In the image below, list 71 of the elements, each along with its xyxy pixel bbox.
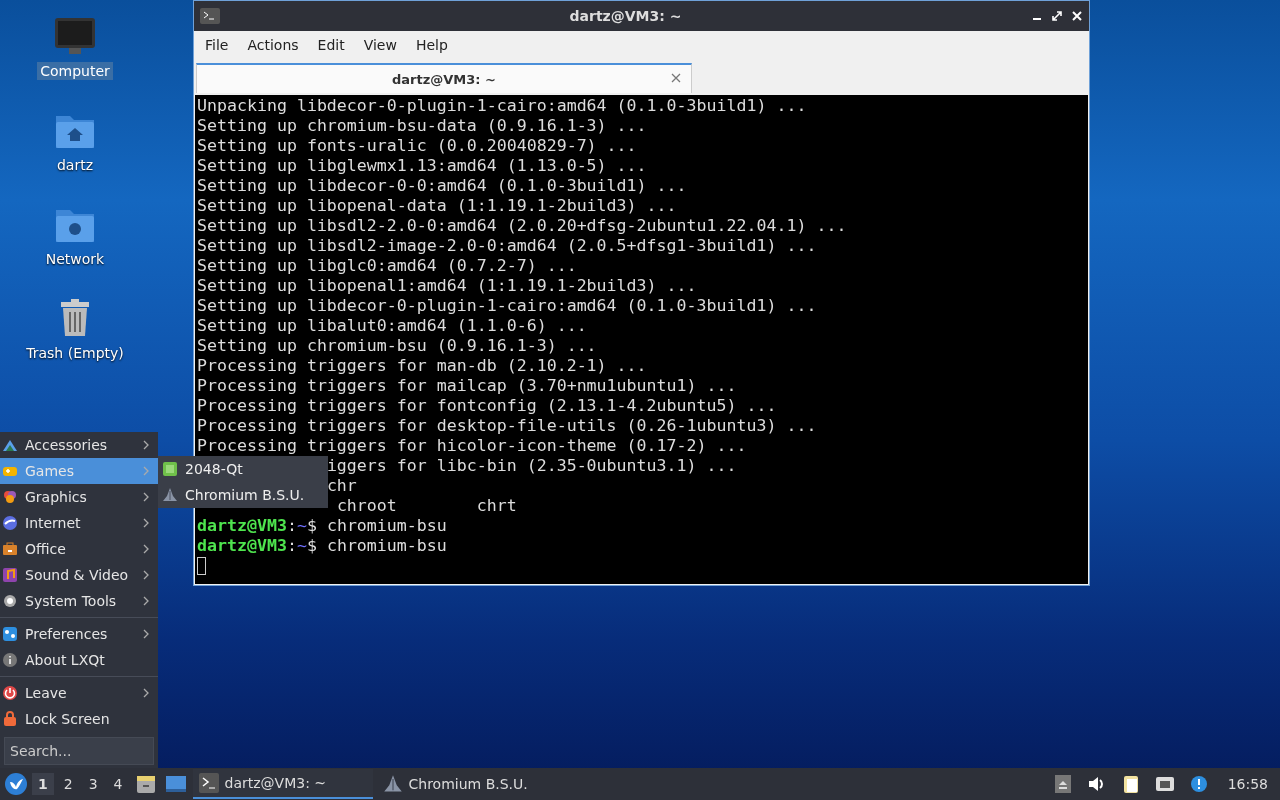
color-circles-icon — [2, 489, 18, 505]
terminal-icon — [198, 773, 219, 793]
desktop-switcher-button[interactable]: 3 — [82, 773, 104, 795]
terminal-line: Setting up libsdl2-image-2.0-0:amd64 (2.0.5+dfsg1-3build1) ... — [197, 236, 817, 255]
notification-icon[interactable] — [1188, 774, 1209, 794]
menu-item[interactable]: Office — [0, 536, 158, 562]
terminal-line: Setting up libdecor-0-0:amd64 (0.1.0-3build1) ... — [197, 176, 687, 195]
menu-item[interactable]: System Tools — [0, 588, 158, 614]
terminal-tab[interactable]: dartz@VM3: ~ — [196, 63, 692, 93]
terminal-line: Unpacking libdecor-0-plugin-1-cairo:amd64 (0.1.0-3build1) ... — [197, 96, 807, 115]
menu-item[interactable]: Graphics — [0, 484, 158, 510]
tile-icon — [162, 461, 178, 477]
terminal-line: Setting up libglc0:amd64 (0.7.2-7) ... — [197, 256, 577, 275]
file-cabinet-icon[interactable] — [134, 773, 157, 795]
power-icon — [2, 685, 18, 701]
window-title: dartz@VM3: ~ — [568, 8, 683, 24]
terminal-line: Processing triggers for hicolor-icon-theme (0.17-2) ... — [197, 436, 747, 455]
globe-icon — [2, 515, 18, 531]
search-field[interactable]: Search... — [4, 737, 154, 765]
show-desktop-icon[interactable] — [164, 773, 187, 795]
menu-item[interactable]: 2048-Qt — [158, 456, 328, 482]
terminal-line: Setting up fonts-uralic (0.0.20040829-7) ... — [197, 136, 637, 155]
desktop-icon-label[interactable]: Computer — [37, 62, 113, 80]
desktop-icon-label[interactable]: Network — [42, 250, 108, 268]
menu-item[interactable]: File — [198, 37, 241, 53]
menu-item[interactable]: Chromium B.S.U. — [158, 482, 328, 508]
terminal-line: chroot chrt — [336, 496, 517, 515]
briefcase-icon — [2, 541, 18, 557]
terminal-line: Setting up libsdl2-2.0-0:amd64 (2.0.20+dfsg-2ubuntu1.22.04.1) ... — [197, 216, 847, 235]
menu-item[interactable]: Sound & Video — [0, 562, 158, 588]
menu-item[interactable]: Edit — [310, 37, 357, 53]
terminal-line: Processing triggers for desktop-file-utils (0.26-1ubuntu3) ... — [197, 416, 817, 435]
terminal-line: Setting up libopenal-data (1:1.19.1-2build3) ... — [197, 196, 677, 215]
desktop-icon-label[interactable]: Trash (Empty) — [23, 344, 127, 362]
lock-icon — [2, 711, 18, 727]
terminal-line: Setting up libdecor-0-plugin-1-cairo:amd64 (0.1.0-3build1) ... — [197, 296, 817, 315]
terminal-line: Setting up libalut0:amd64 (1.1.0-6) ... — [197, 316, 587, 335]
desktop-switcher-button[interactable]: 1 — [32, 773, 54, 795]
music-note-icon — [2, 567, 18, 583]
menu-item[interactable]: Accessories — [0, 432, 158, 458]
info-icon — [2, 652, 18, 668]
menu-item[interactable]: Help — [408, 37, 460, 53]
terminal-line: iggers for libc-bin (2.35-0ubuntu3.1) ... — [326, 456, 737, 475]
terminal-line: Processing triggers for man-db (2.10.2-1) ... — [197, 356, 647, 375]
prompt-line: dartz@VM3:~$ chromium-bsu — [197, 516, 448, 536]
terminal-line: Setting up chromium-bsu-data (0.9.16.1-3) ... — [197, 116, 647, 135]
menu-item[interactable]: Leave — [0, 680, 158, 706]
desktop-switcher-button[interactable]: 4 — [107, 773, 129, 795]
terminal-line: Setting up libopenal1:amd64 (1:1.19.1-2build3) ... — [197, 276, 697, 295]
menu-item[interactable]: Internet — [0, 510, 158, 536]
terminal-icon — [200, 8, 220, 24]
maximize-icon[interactable] — [1051, 10, 1063, 22]
menu-item[interactable]: Preferences — [0, 621, 158, 647]
text-cursor — [197, 557, 206, 575]
terminal-line: chr — [326, 476, 357, 495]
eject-icon[interactable] — [1052, 774, 1073, 794]
terminal-line: Processing triggers for mailcap (3.70+nmu1ubuntu1) ... — [197, 376, 737, 395]
terminal-line: Processing triggers for fontconfig (2.13.1-4.2ubuntu5) ... — [197, 396, 777, 415]
taskbar-button[interactable]: dartz@VM3: ~ — [192, 769, 373, 799]
taskbar-button[interactable]: Chromium B.S.U. — [376, 769, 557, 799]
terminal-line: Setting up chromium-bsu (0.9.16.1-3) ... — [197, 336, 597, 355]
clock[interactable]: 16:58 — [1227, 776, 1268, 792]
prompt-line: dartz@VM3:~$ chromium-bsu — [197, 536, 448, 556]
menu-item[interactable]: Actions — [240, 37, 311, 53]
menu-item[interactable]: About LXQt — [0, 647, 158, 673]
terminal-line: Setting up libglewmx1.13:amd64 (1.13.0-5) ... — [197, 156, 647, 175]
start-menu-icon[interactable] — [4, 772, 28, 796]
desktop-switcher-button[interactable]: 2 — [57, 773, 79, 795]
menu-item[interactable]: View — [356, 37, 409, 53]
desktop-icon-label[interactable]: dartz — [53, 156, 97, 174]
menu-item[interactable]: Lock Screen — [0, 706, 158, 732]
